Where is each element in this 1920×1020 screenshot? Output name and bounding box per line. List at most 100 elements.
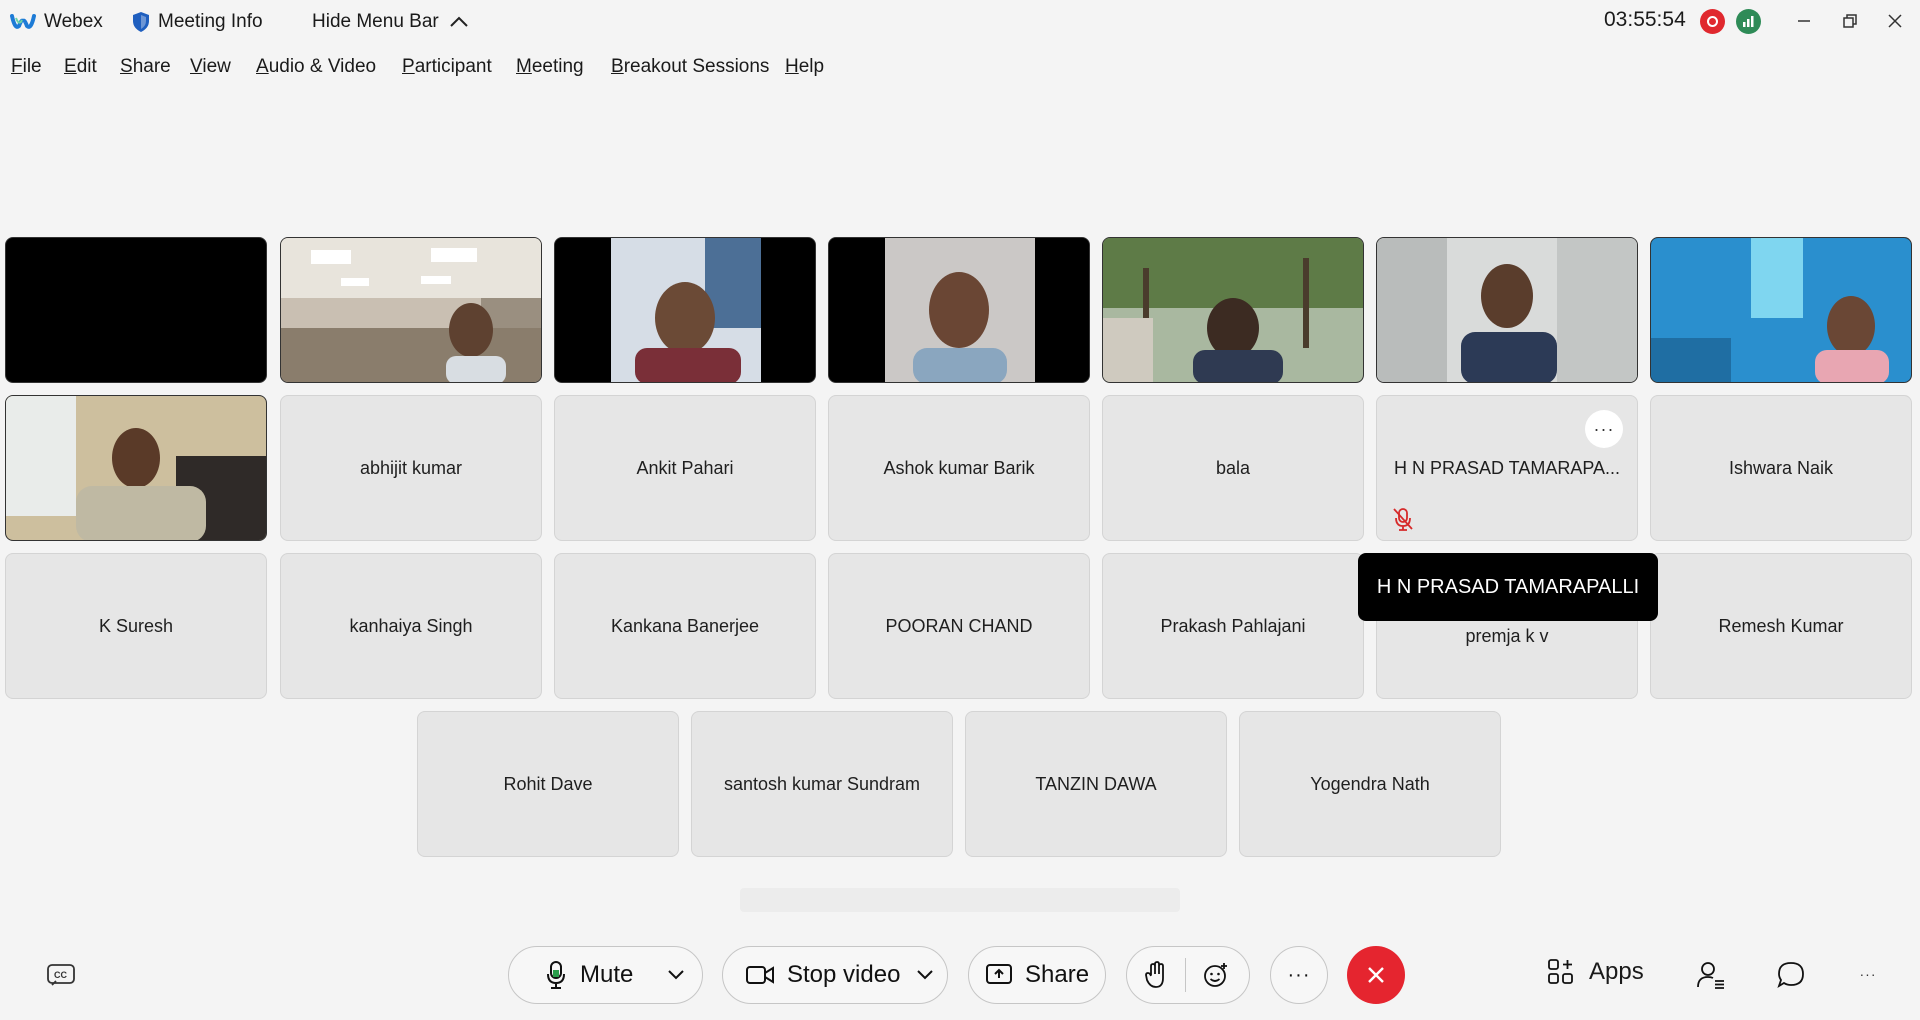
participant-tile[interactable]: Kankana Banerjee <box>554 553 816 699</box>
microphone-icon <box>547 961 565 989</box>
video-tile[interactable] <box>1376 237 1638 383</box>
webex-app-button[interactable]: Webex <box>10 10 103 34</box>
network-health-icon[interactable] <box>1736 9 1761 34</box>
svg-text:CC: CC <box>54 970 67 980</box>
participant-name: POORAN CHAND <box>885 615 1033 636</box>
participant-tile[interactable]: Prakash Pahlajani <box>1102 553 1364 699</box>
chevron-down-icon[interactable] <box>916 969 934 981</box>
menu-meeting[interactable]: Meeting <box>516 56 584 78</box>
menu-edit[interactable]: Edit <box>64 56 97 78</box>
participant-video-image <box>1651 238 1911 382</box>
raise-hand-icon <box>1145 961 1164 988</box>
webex-logo-icon <box>10 14 36 29</box>
participants-icon <box>1697 962 1724 989</box>
hide-menu-bar-label: Hide Menu Bar <box>312 11 439 32</box>
participant-tile[interactable]: Yogendra Nath <box>1239 711 1501 857</box>
apps-button[interactable]: Apps <box>1547 958 1644 986</box>
meeting-info-label: Meeting Info <box>158 11 263 32</box>
video-tile[interactable] <box>1650 237 1912 383</box>
closed-captions-button[interactable]: CC <box>44 960 78 990</box>
participant-video-image <box>1377 238 1637 382</box>
participant-tile[interactable]: bala <box>1102 395 1364 541</box>
chevron-down-icon[interactable] <box>667 969 685 981</box>
mute-label: Mute <box>580 961 634 988</box>
meeting-timer: 03:55:54 <box>1604 8 1686 31</box>
menu-share[interactable]: Share <box>120 56 171 78</box>
video-tile[interactable] <box>554 237 816 383</box>
participant-tile[interactable]: Ankit Pahari <box>554 395 816 541</box>
participant-name: Kankana Banerjee <box>610 615 760 636</box>
participant-tile[interactable]: Rohit Dave <box>417 711 679 857</box>
menu-audio-video[interactable]: Audio & Video <box>256 56 376 78</box>
participant-name: Prakash Pahlajani <box>1160 615 1306 636</box>
participant-tile[interactable]: Ishwara Naik <box>1650 395 1912 541</box>
menu-view[interactable]: View <box>190 56 231 78</box>
close-icon <box>1368 967 1384 983</box>
share-screen-icon <box>986 964 1012 984</box>
app-name: Webex <box>44 11 103 32</box>
menu-file[interactable]: File <box>11 56 42 78</box>
restore-icon <box>1843 14 1857 28</box>
participant-tile[interactable]: K Suresh <box>5 553 267 699</box>
video-tile-blank[interactable] <box>5 237 267 383</box>
participant-video-image <box>829 238 1089 382</box>
reactions-button[interactable] <box>1186 947 1246 1003</box>
reactions-group <box>1126 946 1250 1004</box>
menu-breakout-sessions[interactable]: Breakout Sessions <box>611 56 769 78</box>
participant-tile[interactable]: H N PRASAD TAMARAPA... ··· <box>1376 395 1638 541</box>
shield-icon <box>133 12 149 32</box>
panel-overflow-button[interactable]: ··· <box>1856 962 1880 986</box>
meeting-info-button[interactable]: Meeting Info <box>132 10 263 34</box>
share-button[interactable]: Share <box>968 946 1106 1004</box>
participant-video-image <box>281 238 541 382</box>
participant-tile[interactable]: Ashok kumar Barik <box>828 395 1090 541</box>
restore-button[interactable] <box>1833 6 1867 36</box>
video-tile[interactable] <box>828 237 1090 383</box>
participant-tile[interactable]: santosh kumar Sundram <box>691 711 953 857</box>
tile-more-options-button[interactable]: ··· <box>1585 410 1623 448</box>
participant-name-tooltip: H N PRASAD TAMARAPALLI <box>1358 553 1658 621</box>
minimize-button[interactable] <box>1787 6 1821 36</box>
participant-video-image <box>1103 238 1363 382</box>
participant-name: Ankit Pahari <box>636 457 734 478</box>
participant-name: Remesh Kumar <box>1718 615 1844 636</box>
participant-tile[interactable]: Remesh Kumar <box>1650 553 1912 699</box>
participant-tile[interactable]: kanhaiya Singh <box>280 553 542 699</box>
participant-name: K Suresh <box>98 615 174 636</box>
share-label: Share <box>1025 961 1090 988</box>
participant-name: Yogendra Nath <box>1310 773 1430 794</box>
mute-button[interactable]: Mute <box>508 946 703 1004</box>
close-icon <box>1888 14 1902 28</box>
closed-captions-icon: CC <box>47 964 75 986</box>
participant-tile[interactable]: TANZIN DAWA <box>965 711 1227 857</box>
participant-name: abhijit kumar <box>359 457 463 478</box>
participant-name: bala <box>1215 457 1251 478</box>
apps-label: Apps <box>1589 958 1644 985</box>
participant-tile[interactable]: POORAN CHAND <box>828 553 1090 699</box>
participant-tile[interactable]: abhijit kumar <box>280 395 542 541</box>
chat-panel-button[interactable] <box>1774 958 1808 992</box>
menu-participant[interactable]: Participant <box>402 56 492 78</box>
participant-name: Ishwara Naik <box>1728 457 1834 478</box>
video-tile[interactable] <box>5 395 267 541</box>
close-window-button[interactable] <box>1878 6 1912 36</box>
hide-menu-bar-button[interactable]: Hide Menu Bar <box>312 10 469 34</box>
title-bar: Webex Meeting Info Hide Menu Bar 03:55:5… <box>0 0 1920 44</box>
muted-mic-icon <box>1393 508 1413 531</box>
stop-video-button[interactable]: Stop video <box>722 946 948 1004</box>
menu-help[interactable]: Help <box>785 56 824 78</box>
apps-grid-icon <box>1548 959 1573 984</box>
video-tile[interactable] <box>280 237 542 383</box>
recording-indicator-icon[interactable] <box>1700 9 1725 34</box>
end-call-button[interactable] <box>1347 946 1405 1004</box>
video-camera-icon <box>746 966 774 984</box>
participant-name: Rohit Dave <box>503 773 593 794</box>
menu-bar: File Edit Share View Audio & Video Parti… <box>0 52 1920 82</box>
participants-panel-button[interactable] <box>1694 958 1728 992</box>
chevron-up-icon <box>450 16 468 27</box>
video-tile[interactable] <box>1102 237 1364 383</box>
more-options-button[interactable]: ··· <box>1270 946 1328 1004</box>
minimize-icon <box>1798 20 1810 22</box>
raise-hand-button[interactable] <box>1127 947 1185 1003</box>
participant-video-image <box>6 396 266 540</box>
